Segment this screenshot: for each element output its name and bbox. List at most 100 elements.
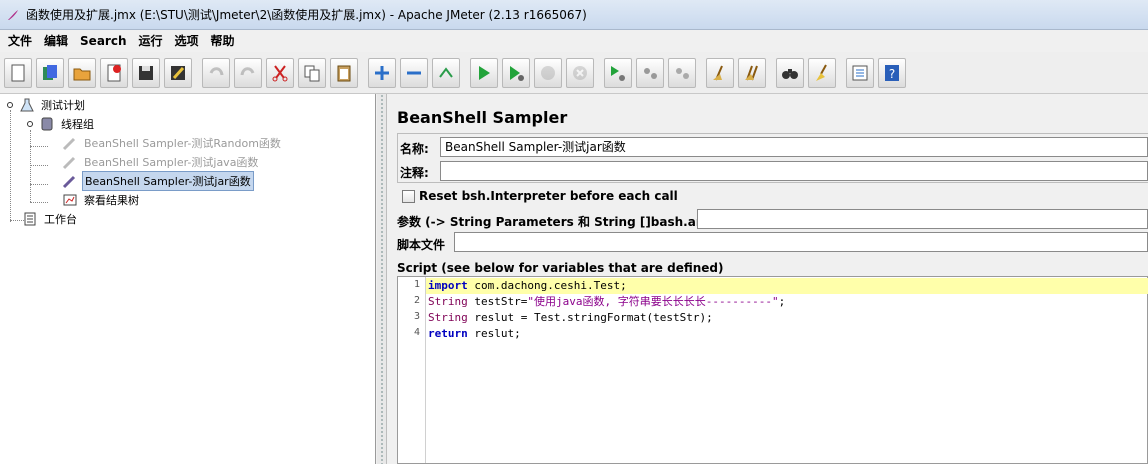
- test-plan-tree[interactable]: 测试计划 线程组 BeanShell Sampler-测试Random函数 Be…: [0, 94, 376, 464]
- title-bar: 函数使用及扩展.jmx (E:\STU\测试\Jmeter\2\函数使用及扩展.…: [0, 0, 1148, 30]
- tree-node-thread-group[interactable]: 线程组: [25, 115, 96, 133]
- remote-shutdown-button[interactable]: [668, 57, 696, 88]
- script-file-field[interactable]: [454, 232, 1148, 252]
- open-icon: [73, 68, 91, 80]
- comment-field[interactable]: [440, 161, 1148, 181]
- list-icon: [852, 65, 868, 80]
- menu-search[interactable]: Search: [74, 30, 132, 52]
- clear-button[interactable]: [706, 57, 734, 88]
- menu-file[interactable]: 文件: [2, 30, 38, 52]
- tree-node-sampler-random[interactable]: BeanShell Sampler-测试Random函数: [62, 134, 283, 152]
- function-helper-button[interactable]: [846, 57, 874, 88]
- redo-icon: [240, 66, 255, 75]
- save-icon: [139, 65, 153, 80]
- expand-button[interactable]: [368, 57, 396, 88]
- reset-search-button[interactable]: [808, 57, 836, 88]
- new-icon: [11, 64, 25, 81]
- tree-label: BeanShell Sampler-测试jar函数: [82, 171, 254, 191]
- line-number-gutter: 1 2 3 4: [398, 277, 426, 463]
- clear-all-icon: [745, 65, 758, 80]
- expand-icon: [375, 65, 389, 80]
- search-button[interactable]: [776, 57, 804, 88]
- tree-node-test-plan[interactable]: 测试计划: [5, 96, 87, 114]
- code-line[interactable]: import com.dachong.ceshi.Test;: [426, 278, 1148, 294]
- window-title: 函数使用及扩展.jmx (E:\STU\测试\Jmeter\2\函数使用及扩展.…: [26, 8, 587, 22]
- code-line[interactable]: String reslut = Test.stringFormat(testSt…: [426, 310, 1148, 326]
- tree-label: 测试计划: [41, 99, 85, 112]
- menu-options[interactable]: 选项: [169, 30, 205, 52]
- line-number: 2: [413, 295, 420, 306]
- remote-stop-button[interactable]: [636, 57, 664, 88]
- start-no-pause-button[interactable]: [502, 57, 530, 88]
- menu-run[interactable]: 运行: [132, 30, 168, 52]
- tree-node-sampler-jar[interactable]: BeanShell Sampler-测试jar函数: [62, 171, 254, 191]
- toolbar: ?: [0, 52, 1148, 94]
- undo-button[interactable]: [202, 57, 230, 88]
- script-editor[interactable]: 1 2 3 4 import com.dachong.ceshi.Test; S…: [397, 276, 1148, 464]
- shutdown-button[interactable]: [566, 57, 594, 88]
- save-button[interactable]: [132, 57, 160, 88]
- collapse-icon: [407, 71, 421, 74]
- tree-label: 线程组: [61, 118, 94, 131]
- clear-icon: [713, 65, 723, 80]
- chart-window-icon: [63, 194, 77, 206]
- code-line[interactable]: String testStr="使用java函数, 字符串要长长长长------…: [426, 294, 1148, 310]
- open-button[interactable]: [68, 57, 96, 88]
- save-as-button[interactable]: [164, 57, 192, 88]
- help-button[interactable]: ?: [878, 57, 906, 88]
- parameters-field[interactable]: [697, 209, 1148, 229]
- close-icon: [107, 64, 121, 81]
- comment-label: 注释:: [400, 166, 429, 180]
- start-no-pause-icon: [510, 65, 524, 81]
- start-button[interactable]: [470, 57, 498, 88]
- tree-label: BeanShell Sampler-测试java函数: [84, 156, 259, 169]
- code-line[interactable]: return reslut;: [426, 326, 1148, 342]
- panel-title: BeanShell Sampler: [397, 108, 568, 127]
- collapse-button[interactable]: [400, 57, 428, 88]
- reset-interpreter-label: Reset bsh.Interpreter before each call: [419, 189, 678, 203]
- pipette-icon: [62, 156, 76, 170]
- tree-node-workbench[interactable]: 工作台: [22, 210, 79, 228]
- tree-expand-handle-icon[interactable]: [25, 116, 35, 132]
- pipette-icon: [62, 137, 76, 151]
- broom-reset-icon: [816, 64, 827, 81]
- paste-icon: [337, 65, 351, 81]
- cut-button[interactable]: [266, 57, 294, 88]
- redo-button[interactable]: [234, 57, 262, 88]
- menu-help[interactable]: 帮助: [205, 30, 241, 52]
- jmeter-feather-icon: [8, 9, 18, 20]
- toggle-icon: [439, 66, 453, 78]
- templates-icon: [43, 64, 57, 80]
- stop-button[interactable]: [534, 57, 562, 88]
- menu-bar: 文件 编辑 Search 运行 选项 帮助: [0, 30, 1148, 52]
- script-label: Script (see below for variables that are…: [397, 261, 724, 275]
- menu-edit[interactable]: 编辑: [38, 30, 74, 52]
- copy-button[interactable]: [298, 57, 326, 88]
- remote-stop-icon: [644, 67, 657, 79]
- parameters-label: 参数 (-> String Parameters 和 String []bash…: [397, 215, 723, 229]
- tree-node-sampler-java[interactable]: BeanShell Sampler-测试java函数: [62, 153, 260, 171]
- tree-expand-handle-icon[interactable]: [5, 97, 15, 113]
- name-label: 名称:: [400, 142, 429, 156]
- remote-start-button[interactable]: [604, 57, 632, 88]
- tree-label: BeanShell Sampler-测试Random函数: [84, 137, 281, 150]
- templates-button[interactable]: [36, 57, 64, 88]
- undo-icon: [209, 66, 224, 75]
- tree-node-result-tree[interactable]: 察看结果树: [62, 191, 141, 209]
- close-button[interactable]: [100, 57, 128, 88]
- new-button[interactable]: [4, 57, 32, 88]
- clear-all-button[interactable]: [738, 57, 766, 88]
- name-field[interactable]: BeanShell Sampler-测试jar函数: [440, 137, 1148, 157]
- svg-text:?: ?: [889, 67, 895, 81]
- clipboard-icon: [24, 212, 36, 226]
- line-number: 3: [413, 311, 420, 322]
- flask-icon: [20, 98, 34, 112]
- paste-button[interactable]: [330, 57, 358, 88]
- copy-icon: [304, 65, 320, 81]
- reset-interpreter-checkbox[interactable]: [402, 190, 415, 203]
- spool-icon: [41, 117, 53, 131]
- toggle-button[interactable]: [432, 57, 460, 88]
- tree-label: 工作台: [44, 213, 77, 226]
- pane-splitter[interactable]: [377, 94, 387, 464]
- line-number: 1: [413, 279, 420, 290]
